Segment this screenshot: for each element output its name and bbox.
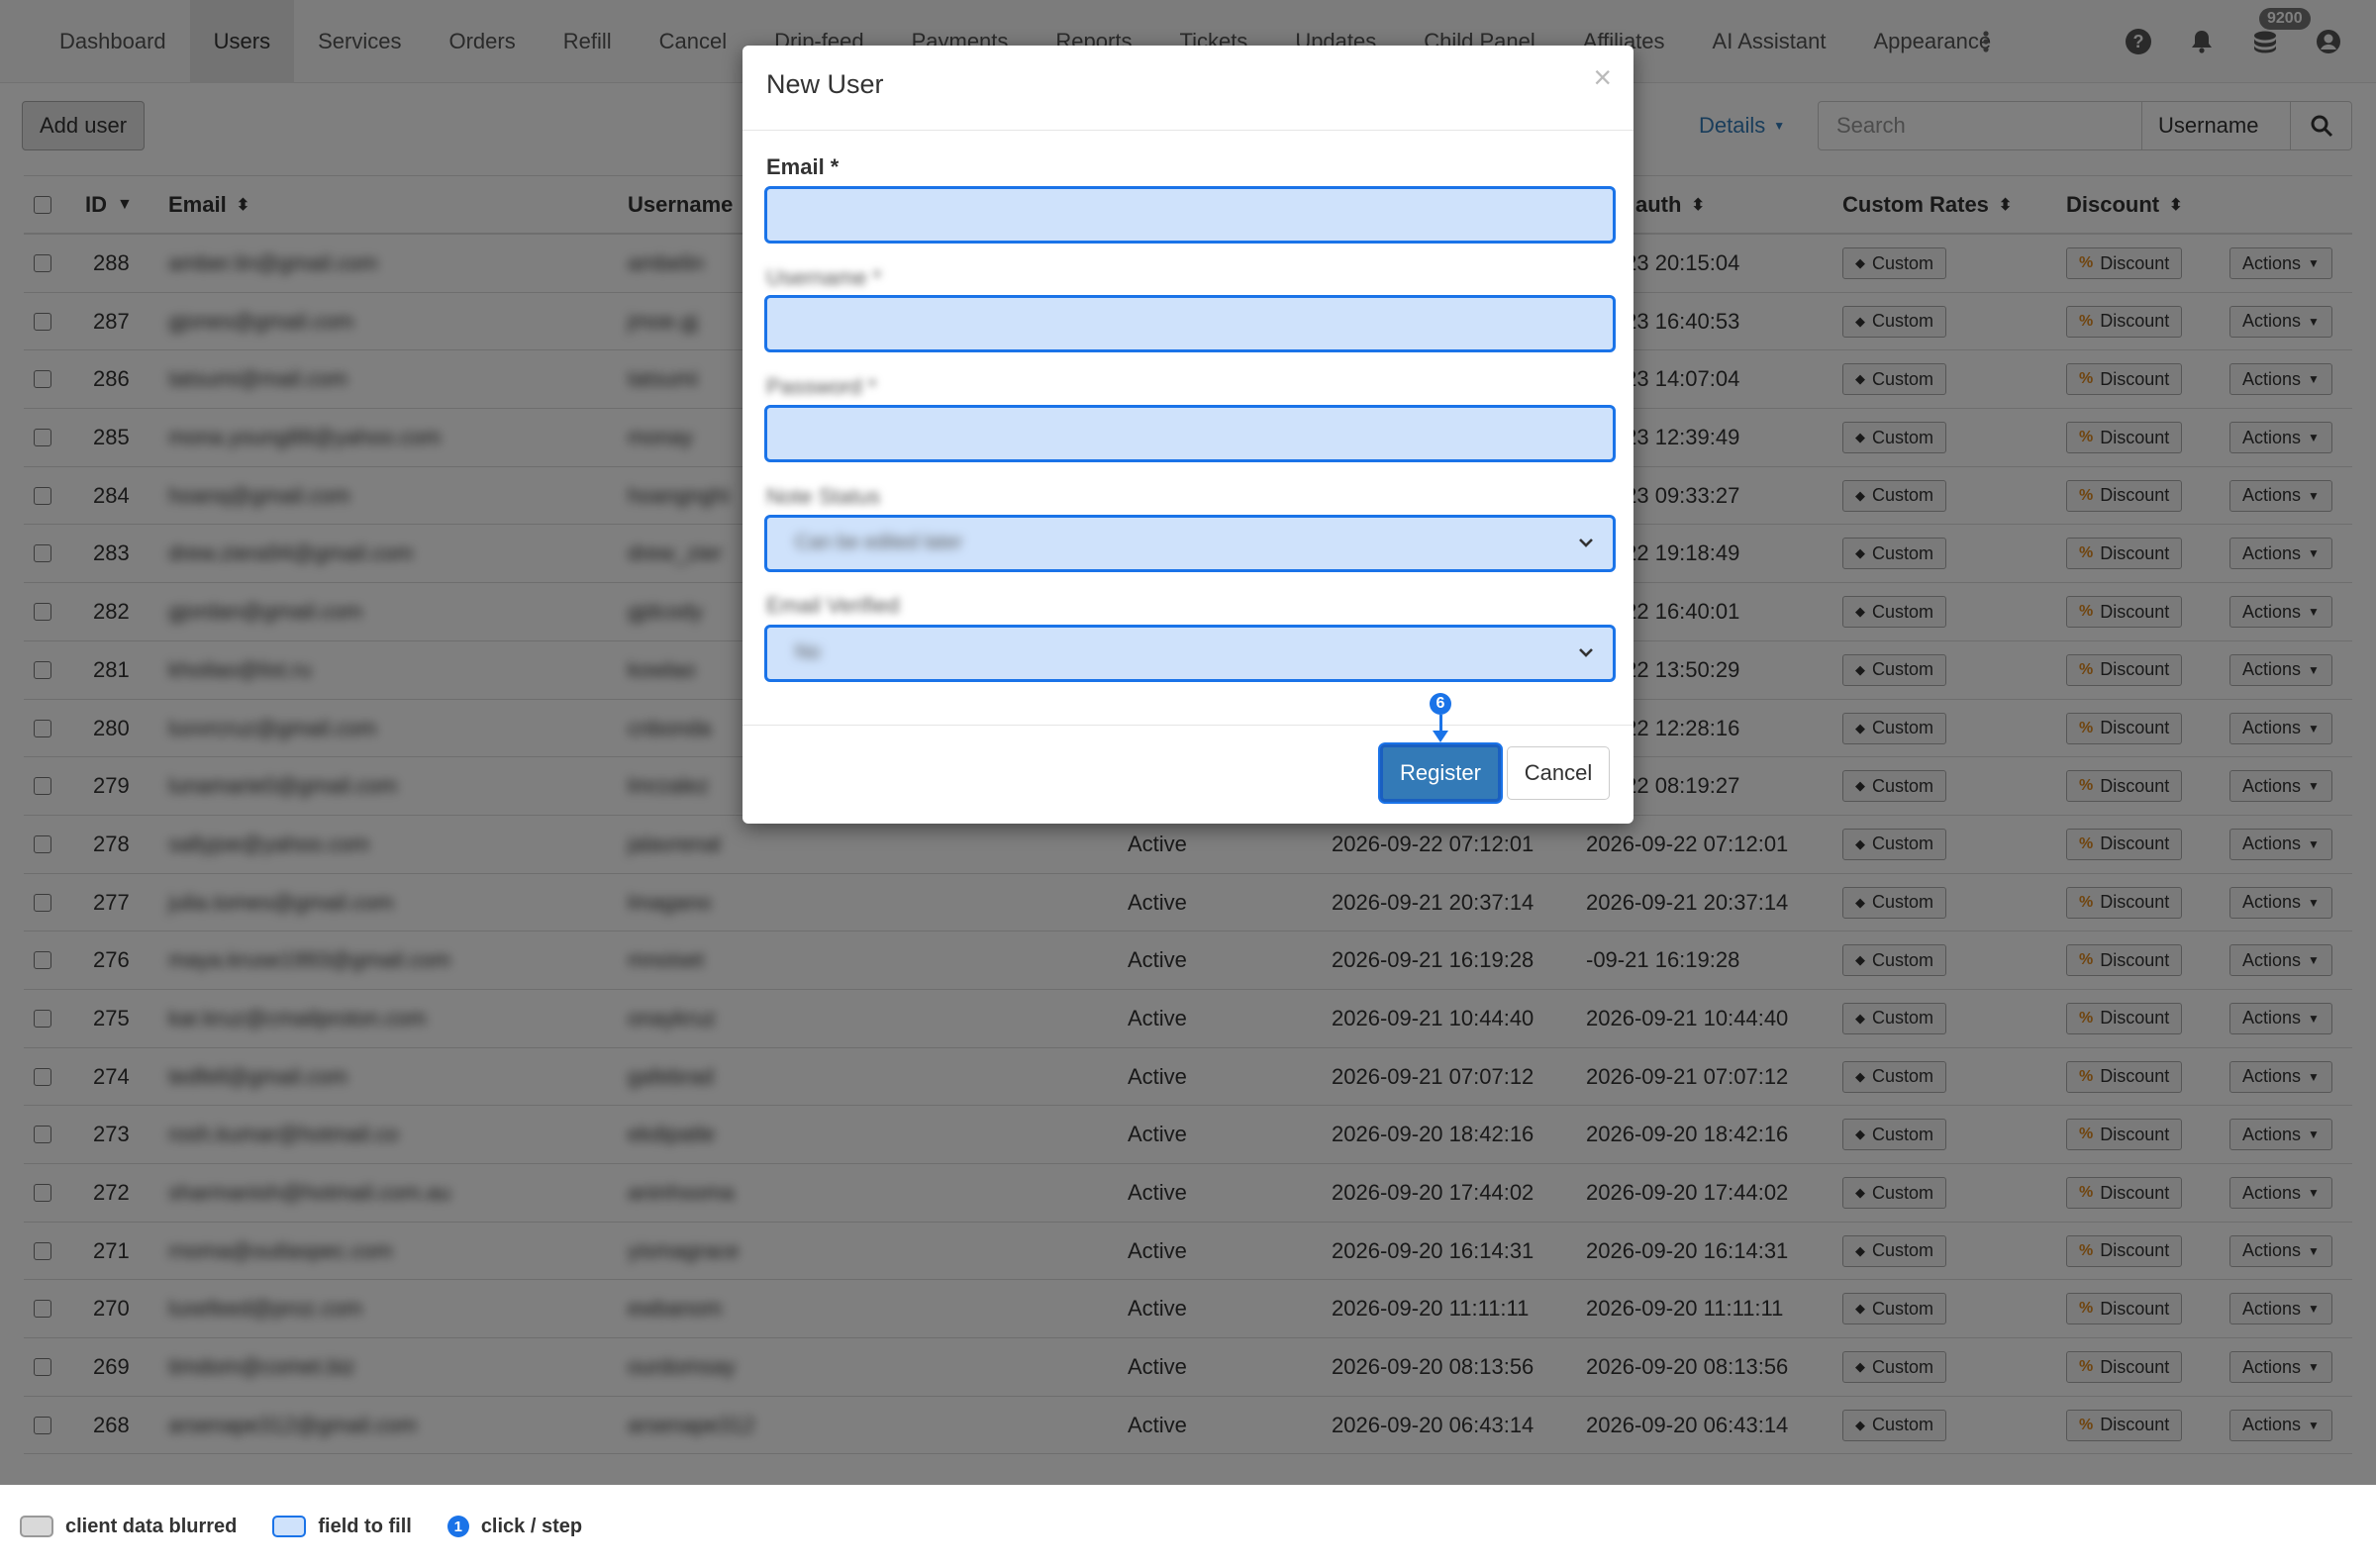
new-user-modal: New User × Email * Username * Password *… <box>742 46 1634 824</box>
email-label: Email * <box>766 154 840 179</box>
step-badge: 6 <box>1430 693 1451 715</box>
chevron-down-icon <box>1579 648 1593 657</box>
email-verified-select[interactable]: No <box>764 625 1616 682</box>
modal-header: New User × <box>742 46 1634 131</box>
legend-field: field to fill <box>272 1516 412 1538</box>
legend-step-badge: 1 <box>446 1516 469 1537</box>
legend-swatch-blue <box>272 1516 307 1537</box>
username-field[interactable] <box>764 295 1616 352</box>
email-field[interactable] <box>764 186 1616 244</box>
status-select-value: Can be edited later <box>795 532 963 553</box>
status-label: Note Status <box>766 484 880 509</box>
legend-blurred: client data blurred <box>20 1516 237 1538</box>
status-select[interactable]: Can be edited later <box>764 515 1616 572</box>
register-button[interactable]: Register <box>1380 744 1501 802</box>
email-verified-value: No <box>795 641 821 663</box>
step-arrow-head <box>1433 731 1448 742</box>
password-field[interactable] <box>764 405 1616 462</box>
legend-step: 1 click / step <box>446 1516 582 1538</box>
close-icon[interactable]: × <box>1593 59 1612 96</box>
legend: client data blurred field to fill 1 clic… <box>0 1485 2376 1568</box>
modal-title: New User <box>766 69 884 99</box>
email-verified-label: Email Verified <box>766 593 900 618</box>
cancel-button[interactable]: Cancel <box>1507 746 1610 800</box>
username-label: Username * <box>766 265 882 290</box>
password-label: Password * <box>766 374 877 399</box>
legend-swatch-gray <box>20 1516 53 1537</box>
chevron-down-icon <box>1579 539 1593 547</box>
